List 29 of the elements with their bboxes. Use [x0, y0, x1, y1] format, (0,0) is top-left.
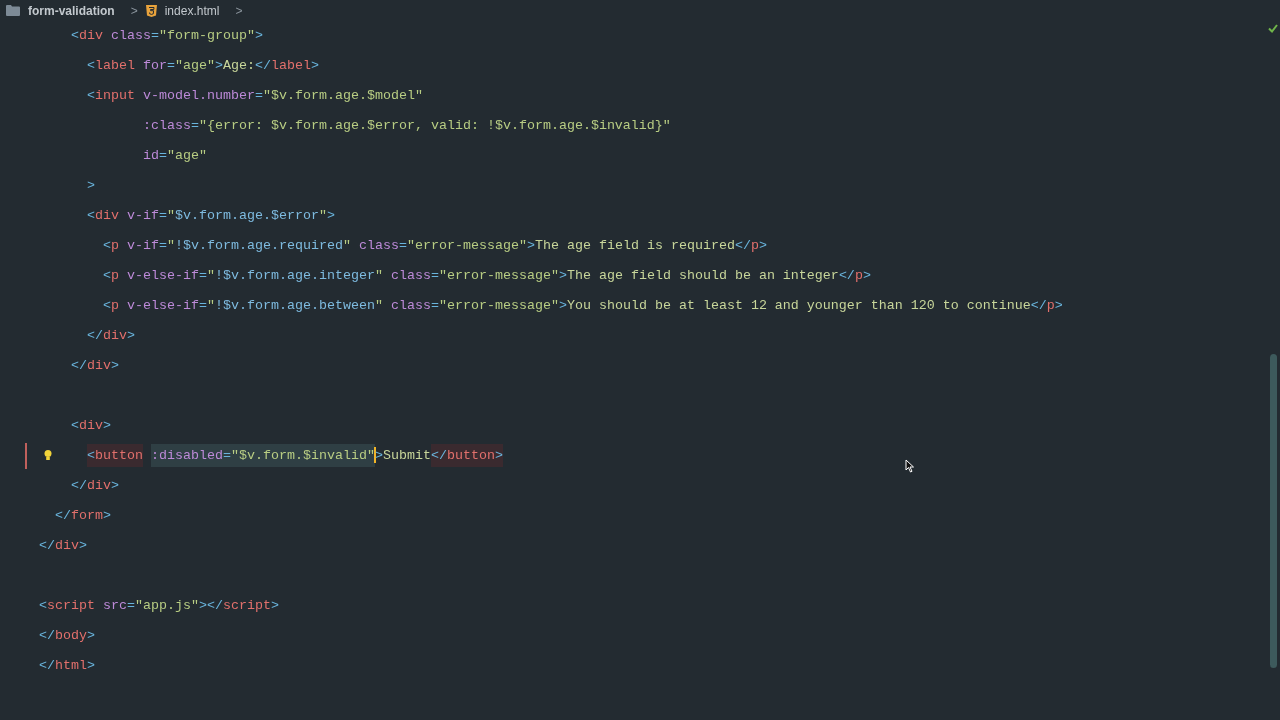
scrollbar-thumb[interactable] — [1270, 354, 1277, 668]
breadcrumb-separator: > — [235, 2, 243, 20]
folder-icon — [6, 5, 20, 16]
code-line: <input v-model.number="$v.form.age.$model" — [86, 87, 423, 105]
check-icon — [1268, 24, 1278, 33]
mouse-pointer-icon — [905, 459, 915, 473]
lightbulb-icon[interactable] — [43, 449, 53, 461]
code-line: </div> — [70, 357, 119, 375]
code-line: </div> — [39, 537, 87, 555]
code-line: <div class="form-group"> — [70, 27, 263, 45]
code-line: <p v-else-if="!$v.form.age.integer" class="error-message">The age field should be an integer</p> — [102, 267, 871, 285]
code-line: </body> — [39, 627, 95, 645]
breadcrumb-item[interactable]: form-validation — [28, 1, 115, 20]
code-line: id="age" — [141, 147, 207, 165]
code-line: </form> — [54, 507, 111, 525]
code-line: <div v-if="$v.form.age.$error"> — [86, 207, 335, 225]
code-line: <p v-else-if="!$v.form.age.between" class="error-message">You should be at least 12 and younger than 120 to continue</p> — [102, 297, 1063, 315]
code-line: <script src="app.js"></script> — [39, 597, 279, 615]
breadcrumb-item[interactable]: index.html — [164, 1, 220, 20]
breadcrumb-separator: > — [130, 2, 138, 20]
code-line: </html> — [39, 657, 95, 675]
html-file-icon — [145, 4, 157, 17]
code-line: <label for="age">Age:</label> — [86, 57, 319, 75]
code-line: </div> — [70, 477, 119, 495]
code-line: <p v-if="!$v.form.age.required" class="error-message">The age field is required</p> — [102, 237, 767, 255]
code-line: <div> — [70, 417, 111, 435]
code-line: :class="{error: $v.form.age.$error, valid: !$v.form.age.$invalid}" — [141, 117, 671, 135]
code-line: > — [86, 177, 95, 195]
code-line: </div> — [86, 327, 135, 345]
